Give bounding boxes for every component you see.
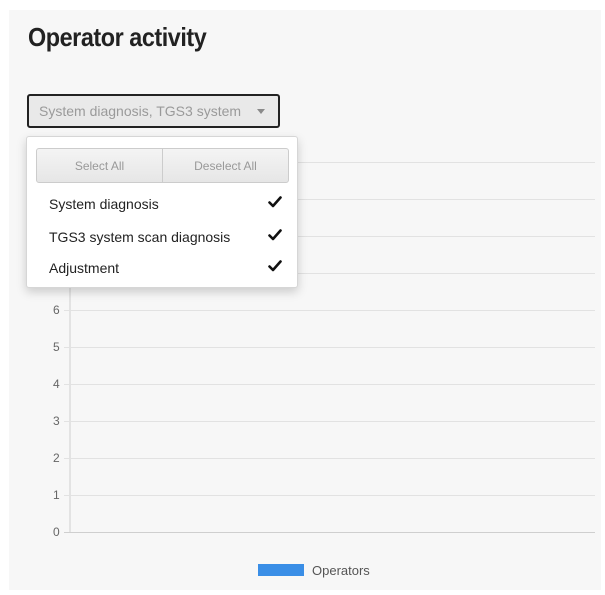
y-tick-label: 0: [53, 525, 60, 539]
activity-filter-selected-label: System diagnosis, TGS3 system: [39, 103, 242, 119]
y-tick-label: 6: [53, 303, 60, 317]
select-buttons-group: Select All Deselect All: [36, 148, 289, 183]
activity-filter-dropdown-button[interactable]: System diagnosis, TGS3 system: [27, 94, 280, 128]
checkmark-icon: [268, 260, 282, 272]
option-label: TGS3 system scan diagnosis: [49, 229, 231, 245]
legend-label: Operators: [312, 562, 370, 578]
option-system-diagnosis[interactable]: System diagnosis: [27, 189, 297, 219]
chart: 0 1 2 3 4 5 6: [53, 162, 595, 539]
checkmark-icon: [268, 196, 282, 208]
option-label: System diagnosis: [49, 196, 159, 212]
option-label: Adjustment: [49, 260, 120, 276]
deselect-all-button[interactable]: Deselect All: [162, 149, 288, 182]
option-tgs3-system-scan-diagnosis[interactable]: TGS3 system scan diagnosis: [27, 222, 297, 252]
checkmark-icon: [268, 229, 282, 241]
y-tick-label: 5: [53, 340, 60, 354]
activity-filter-menu: Select All Deselect All System diagnosis…: [26, 136, 298, 288]
legend-swatch: [258, 564, 304, 576]
option-adjustment[interactable]: Adjustment: [27, 253, 297, 283]
y-tick-label: 1: [53, 488, 60, 502]
select-all-button[interactable]: Select All: [37, 149, 162, 182]
chart-legend: Operators: [258, 562, 370, 578]
caret-down-icon: [257, 109, 265, 114]
y-tick-label: 2: [53, 451, 60, 465]
y-tick-label: 4: [53, 377, 60, 391]
y-tick-label: 3: [53, 414, 60, 428]
